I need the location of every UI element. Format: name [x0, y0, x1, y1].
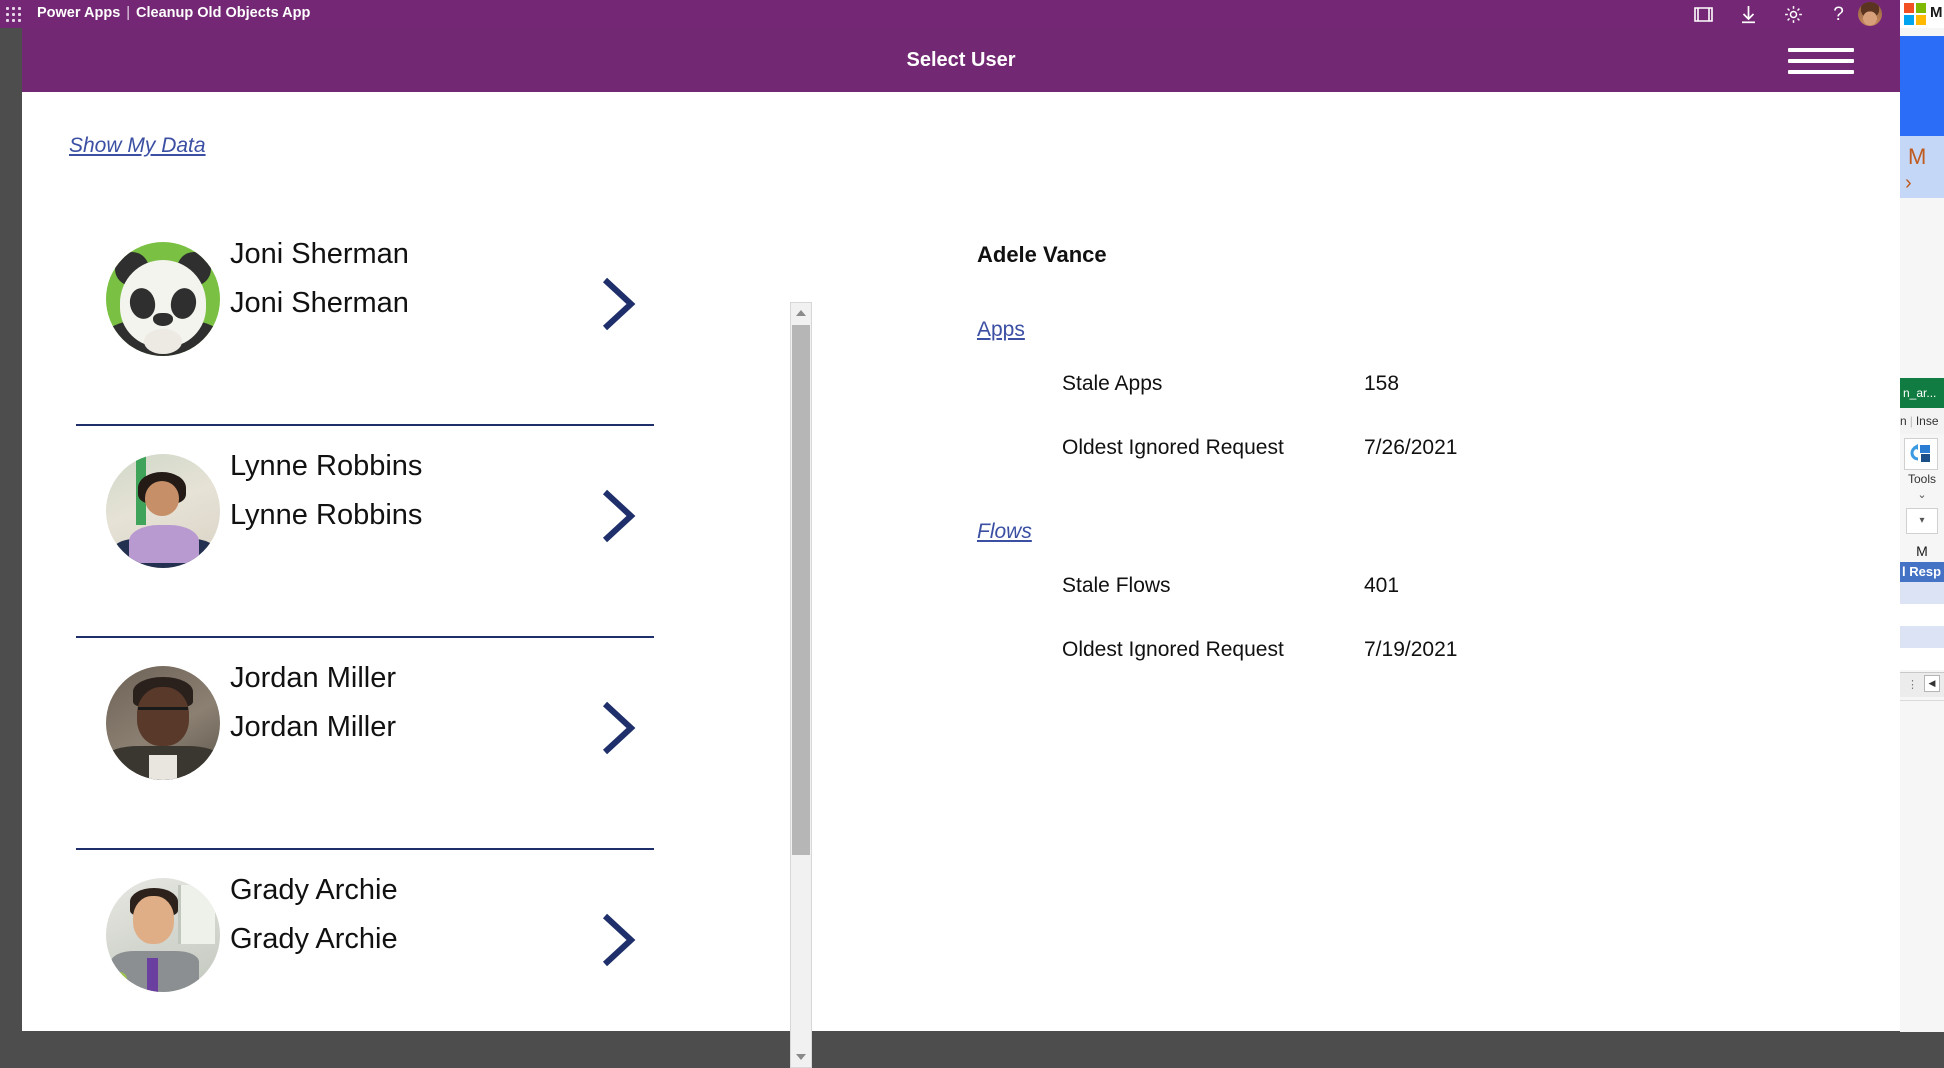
detail-row: Stale Flows 401 — [977, 574, 1737, 608]
microsoft-logo-icon — [1904, 3, 1926, 25]
user-list: Joni Sherman Joni Sherman Lynne Robbins … — [50, 214, 800, 1026]
detail-selected-user: Adele Vance — [977, 242, 1737, 268]
orange-chevron-icon[interactable]: › — [1905, 172, 1912, 195]
user-secondary-name: Lynne Robbins — [230, 499, 422, 532]
user-secondary-name: Jordan Miller — [230, 711, 396, 744]
detail-key: Stale Flows — [1062, 574, 1171, 598]
chevron-right-icon[interactable] — [595, 910, 643, 970]
scroll-down-arrow-icon[interactable] — [791, 1047, 811, 1067]
excel-row[interactable] — [1900, 604, 1944, 626]
excel-ribbon-tabs[interactable]: n|Inse — [1900, 408, 1944, 434]
app-canvas: Show My Data Joni Sherman Joni Sherman L… — [22, 92, 1900, 1031]
help-icon[interactable]: ? — [1829, 5, 1848, 24]
avatar — [106, 878, 220, 992]
download-icon[interactable] — [1739, 5, 1758, 24]
brand-label: Power Apps — [37, 5, 120, 21]
microsoft-wordmark: M — [1930, 4, 1943, 21]
scroll-up-arrow-icon[interactable] — [791, 303, 811, 323]
excel-row[interactable] — [1900, 648, 1944, 670]
app-name-label: Cleanup Old Objects App — [136, 5, 310, 21]
ribbon-tab-divider: | — [1907, 414, 1916, 428]
detail-row: Oldest Ignored Request 7/26/2021 — [977, 436, 1737, 470]
scroll-left-button[interactable]: ◀ — [1924, 675, 1940, 692]
avatar — [106, 454, 220, 568]
ribbon-tab-partial[interactable]: n — [1900, 414, 1907, 428]
topbar-icon-group: ? — [1694, 0, 1848, 28]
user-primary-name: Joni Sherman — [230, 238, 409, 271]
user-primary-name: Grady Archie — [230, 874, 398, 907]
detail-value: 7/19/2021 — [1364, 638, 1457, 662]
grip-icon[interactable]: ⋮ — [1907, 678, 1919, 691]
excel-title-bar: n_ar... — [1900, 378, 1944, 408]
detail-value: 401 — [1364, 574, 1399, 598]
detail-key: Stale Apps — [1062, 372, 1162, 396]
detail-value: 158 — [1364, 372, 1399, 396]
brand-breadcrumb: Power Apps|Cleanup Old Objects App — [37, 5, 310, 21]
gear-icon[interactable] — [1784, 5, 1803, 24]
list-scrollbar[interactable] — [790, 302, 812, 1068]
list-item[interactable]: Joni Sherman Joni Sherman — [50, 214, 800, 426]
orange-m-label: M — [1908, 144, 1944, 170]
apps-section-link[interactable]: Apps — [977, 318, 1025, 342]
power-apps-topbar: Power Apps|Cleanup Old Objects App — [0, 0, 1900, 28]
user-secondary-name: Grady Archie — [230, 923, 398, 956]
hamburger-menu-icon[interactable] — [1788, 48, 1854, 74]
app-header: Select User — [22, 28, 1900, 92]
detail-value: 7/26/2021 — [1364, 436, 1457, 460]
avatar[interactable] — [1858, 2, 1882, 26]
user-primary-name: Jordan Miller — [230, 662, 396, 695]
excel-lower-area — [1900, 700, 1944, 1032]
avatar — [106, 242, 220, 356]
excel-column-header[interactable]: M — [1900, 540, 1944, 562]
excel-row[interactable] — [1900, 626, 1944, 648]
flows-section-link[interactable]: Flows — [977, 520, 1032, 544]
app-launcher-icon[interactable] — [6, 7, 21, 22]
list-item[interactable]: Jordan Miller Jordan Miller — [50, 638, 800, 850]
list-item[interactable]: Grady Archie Grady Archie — [50, 850, 800, 1026]
list-item[interactable]: Lynne Robbins Lynne Robbins — [50, 426, 800, 638]
detail-row: Oldest Ignored Request 7/19/2021 — [977, 638, 1737, 672]
detail-row: Stale Apps 158 — [977, 372, 1737, 406]
show-my-data-link[interactable]: Show My Data — [69, 134, 206, 158]
screen-root: M M › n_ar... n|Inse Tools ⌄ ▾ M l Resp … — [0, 0, 1944, 1031]
chevron-right-icon[interactable] — [595, 698, 643, 758]
excel-dropdown-button[interactable]: ▾ — [1906, 508, 1938, 534]
excel-tools-label: Tools — [1900, 472, 1944, 486]
chevron-right-icon[interactable] — [595, 486, 643, 546]
avatar — [106, 666, 220, 780]
tools-caret-icon[interactable]: ⌄ — [1900, 488, 1944, 501]
fullscreen-icon[interactable] — [1694, 5, 1713, 24]
scrollbar-thumb[interactable] — [792, 325, 810, 855]
ribbon-tab-insert[interactable]: Inse — [1916, 414, 1939, 428]
detail-key: Oldest Ignored Request — [1062, 436, 1284, 460]
breadcrumb-separator: | — [120, 5, 136, 21]
chevron-right-icon[interactable] — [595, 274, 643, 334]
blue-panel-block — [1900, 36, 1944, 136]
page-title: Select User — [22, 28, 1900, 92]
user-secondary-name: Joni Sherman — [230, 287, 409, 320]
detail-key: Oldest Ignored Request — [1062, 638, 1284, 662]
excel-row[interactable] — [1900, 582, 1944, 604]
user-detail-pane: Adele Vance Apps Stale Apps 158 Oldest I… — [977, 242, 1737, 672]
tools-icon — [1909, 443, 1933, 465]
user-primary-name: Lynne Robbins — [230, 450, 422, 483]
excel-selected-cell[interactable]: l Resp — [1900, 562, 1944, 582]
